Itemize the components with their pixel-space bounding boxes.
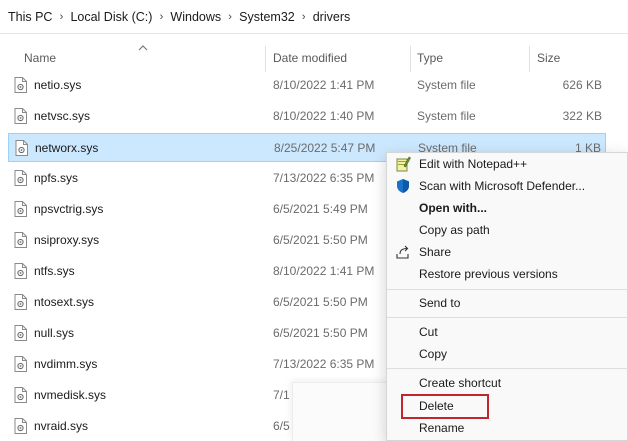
menu-item-send-to[interactable]: Send to — [387, 292, 628, 314]
breadcrumb-separator[interactable]: › — [295, 11, 313, 23]
system-file-icon — [14, 356, 27, 372]
sort-ascending-icon — [138, 45, 148, 51]
file-type: System file — [417, 78, 476, 92]
file-date-modified: 6/5/2021 5:50 PM — [273, 233, 368, 247]
file-name: null.sys — [34, 326, 75, 340]
background-window-fragment — [292, 382, 392, 441]
breadcrumb-separator[interactable]: › — [52, 11, 70, 23]
file-date-modified: 6/5/2021 5:50 PM — [273, 295, 368, 309]
file-name: nvdimm.sys — [34, 357, 98, 371]
file-name: ntosext.sys — [34, 295, 95, 309]
menu-item-restore-previous-versions[interactable]: Restore previous versions — [387, 263, 628, 285]
file-name: netvsc.sys — [34, 109, 91, 123]
file-date-modified: 6/5/2021 5:50 PM — [273, 326, 368, 340]
notepad-plus-plus-icon — [396, 156, 411, 172]
menu-item-open-with[interactable]: Open with... — [387, 197, 628, 219]
system-file-icon — [14, 201, 27, 217]
breadcrumb-this-pc[interactable]: This PC — [8, 10, 52, 24]
menu-item-rename[interactable]: Rename — [387, 417, 628, 439]
menu-item-copy-as-path[interactable]: Copy as path — [387, 219, 628, 241]
system-file-icon — [14, 263, 27, 279]
file-name: nsiproxy.sys — [34, 233, 100, 247]
menu-item-scan-defender[interactable]: Scan with Microsoft Defender... — [387, 175, 628, 197]
system-file-icon — [15, 140, 28, 156]
file-type: System file — [417, 109, 476, 123]
file-name: nvraid.sys — [34, 419, 89, 433]
file-date-modified: 7/13/2022 6:35 PM — [273, 171, 375, 185]
defender-shield-icon — [397, 179, 409, 193]
menu-separator — [387, 317, 628, 318]
breadcrumb-system32[interactable]: System32 — [239, 10, 295, 24]
system-file-icon — [14, 232, 27, 248]
file-row[interactable]: netvsc.sys 8/10/2022 1:40 PM System file 32… — [8, 102, 606, 131]
breadcrumb: This PC › Local Disk (C:) › Windows › Sy… — [0, 0, 628, 34]
file-date-modified: 7/13/2022 6:35 PM — [273, 357, 375, 371]
file-date-modified: 8/10/2022 1:40 PM — [273, 109, 375, 123]
menu-item-cut[interactable]: Cut — [387, 321, 628, 343]
file-date-modified: 8/25/2022 5:47 PM — [274, 141, 376, 155]
file-date-modified: 7/1 — [273, 388, 290, 402]
column-divider[interactable] — [265, 46, 266, 72]
file-name: nvmedisk.sys — [34, 388, 107, 402]
breadcrumb-separator[interactable]: › — [152, 11, 170, 23]
menu-separator — [387, 289, 628, 290]
file-date-modified: 6/5/2021 5:49 PM — [273, 202, 368, 216]
system-file-icon — [14, 170, 27, 186]
file-size: 626 KB — [562, 78, 602, 92]
breadcrumb-separator[interactable]: › — [221, 11, 239, 23]
system-file-icon — [14, 294, 27, 310]
file-name: netio.sys — [34, 78, 82, 92]
breadcrumb-drivers[interactable]: drivers — [313, 10, 351, 24]
menu-separator — [387, 368, 628, 369]
system-file-icon — [14, 418, 27, 434]
menu-item-share[interactable]: Share — [387, 241, 628, 263]
breadcrumb-windows[interactable]: Windows — [170, 10, 221, 24]
file-date-modified: 8/10/2022 1:41 PM — [273, 264, 375, 278]
file-name: npfs.sys — [34, 171, 79, 185]
file-date-modified: 8/10/2022 1:41 PM — [273, 78, 375, 92]
system-file-icon — [14, 108, 27, 124]
file-row[interactable]: netio.sys 8/10/2022 1:41 PM System file 626… — [8, 71, 606, 100]
menu-item-edit-notepad[interactable]: Edit with Notepad++ — [387, 153, 628, 175]
system-file-icon — [14, 77, 27, 93]
delete-highlight-box — [401, 394, 489, 419]
file-name: networx.sys — [35, 141, 99, 155]
breadcrumb-local-disk[interactable]: Local Disk (C:) — [70, 10, 152, 24]
file-date-modified: 6/5 — [273, 419, 290, 433]
file-name: npsvctrig.sys — [34, 202, 104, 216]
system-file-icon — [14, 387, 27, 403]
system-file-icon — [14, 325, 27, 341]
file-size: 322 KB — [562, 109, 602, 123]
file-name: ntfs.sys — [34, 264, 75, 278]
menu-item-create-shortcut[interactable]: Create shortcut — [387, 372, 628, 394]
column-divider[interactable] — [529, 46, 530, 72]
menu-item-copy[interactable]: Copy — [387, 343, 628, 365]
context-menu: Edit with Notepad++ Scan with Microsoft … — [386, 152, 628, 441]
share-icon — [396, 245, 409, 259]
